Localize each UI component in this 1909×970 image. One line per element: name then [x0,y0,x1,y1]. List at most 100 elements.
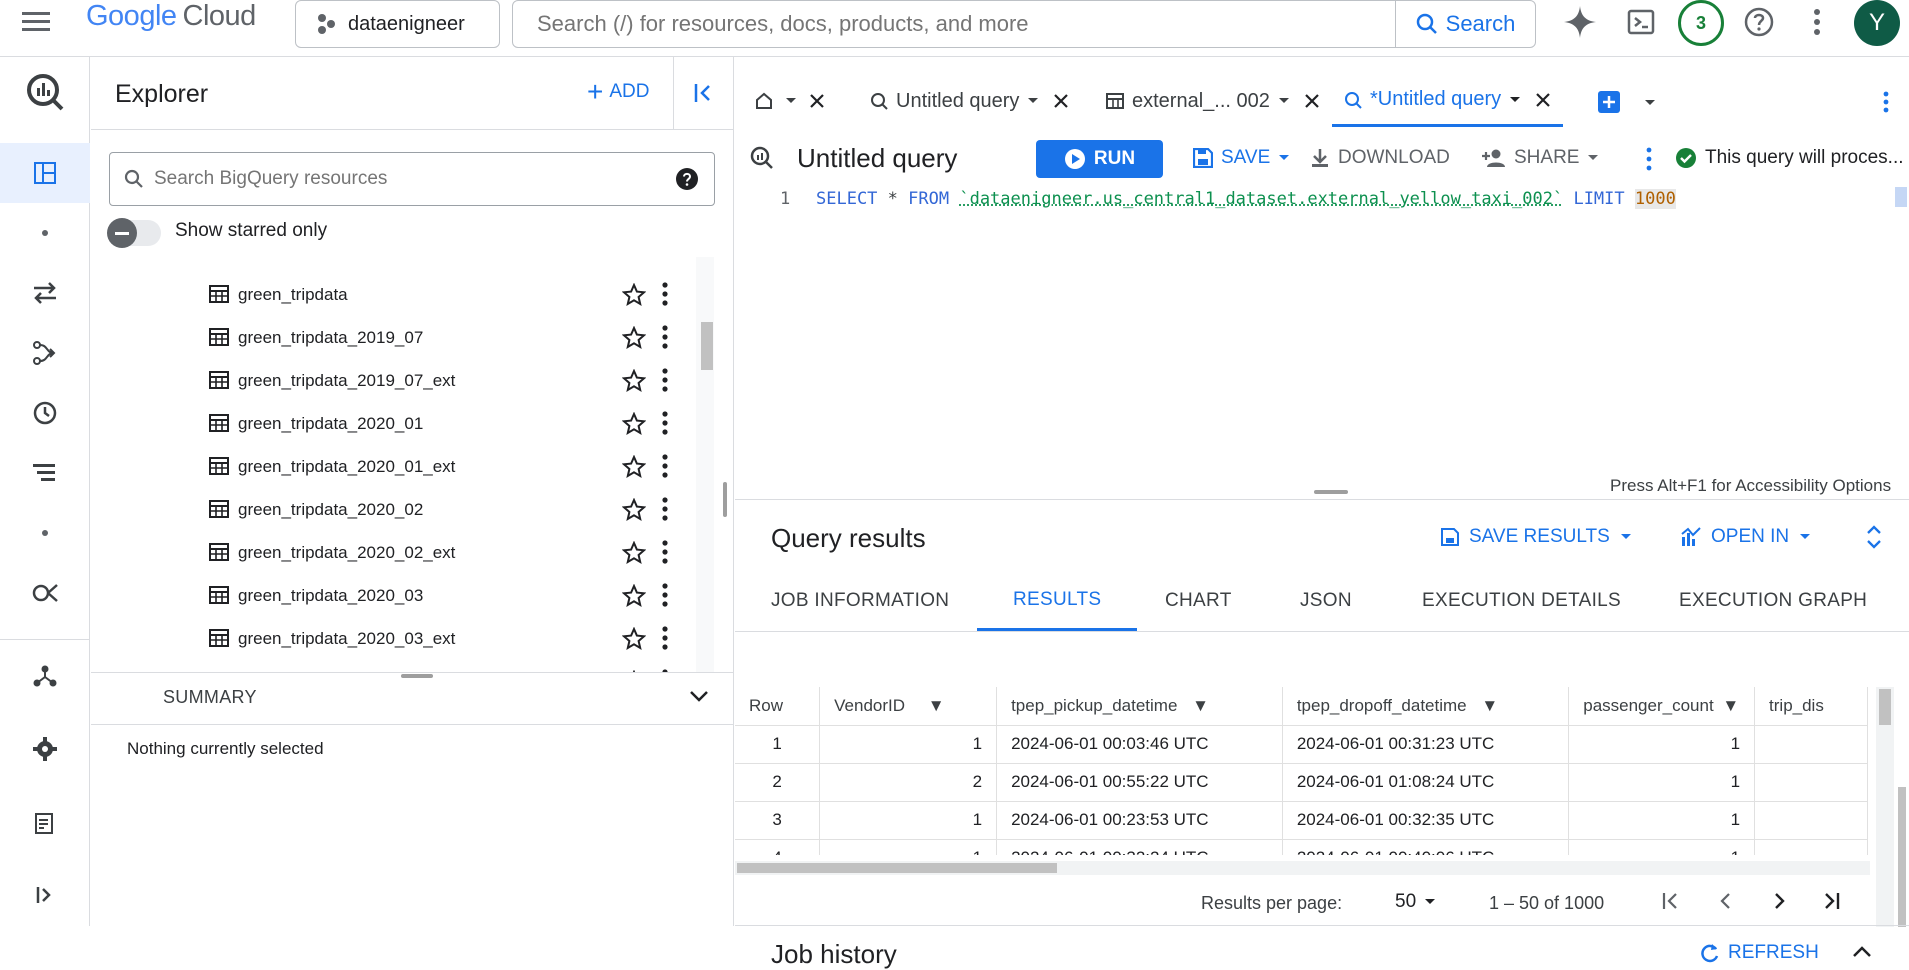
rail-dot-icon[interactable] [0,207,90,259]
help-icon[interactable] [1743,6,1775,38]
rail-list-icon[interactable] [0,447,90,499]
global-search-input[interactable] [513,11,1395,37]
list-item[interactable]: green_tripdata_2020_01 [91,402,711,445]
rail-lineage-icon[interactable] [0,650,90,702]
more-vert-icon[interactable] [662,626,668,650]
caret-down-icon[interactable] [785,97,797,105]
table-row[interactable]: 3 1 2024-06-01 00:23:53 UTC 2024-06-01 0… [735,801,1868,839]
prev-page-icon[interactable] [1715,891,1735,911]
more-vert-icon[interactable] [662,540,668,564]
more-options-icon[interactable] [1813,8,1821,36]
tab-untitled-query-active[interactable]: *Untitled query [1332,75,1563,127]
job-history-title[interactable]: Job history [771,939,897,970]
tab-home[interactable] [755,75,825,127]
starred-toggle[interactable] [109,220,161,246]
sort-caret-icon[interactable]: ▼ [928,696,945,715]
list-item[interactable]: green_tripdata_2020_04 [91,660,711,672]
download-button[interactable]: DOWNLOAD [1310,147,1450,169]
results-v-thumb[interactable] [1879,689,1891,725]
avatar[interactable]: Y [1854,0,1900,46]
close-icon[interactable] [1535,92,1551,108]
rail-history-icon[interactable] [0,387,90,439]
tab-job-information[interactable]: JOB INFORMATION [771,571,949,631]
tab-untitled-query-1[interactable]: Untitled query [870,75,1069,127]
column-header[interactable]: tpep_dropoff_datetime ▼ [1282,687,1568,725]
more-vert-icon[interactable] [662,325,668,349]
tree-scrollbar[interactable] [696,257,714,672]
tab-execution-details[interactable]: EXECUTION DETAILS [1422,571,1621,631]
explorer-search[interactable] [109,152,715,206]
more-vert-icon[interactable] [662,454,668,478]
next-page-icon[interactable] [1770,891,1790,911]
tab-chart[interactable]: CHART [1165,571,1232,631]
caret-down-icon[interactable] [1509,96,1521,104]
summary-resize-handle[interactable] [401,674,433,678]
save-results-button[interactable]: SAVE RESULTS [1441,526,1632,548]
global-search[interactable]: Search [512,0,1536,48]
rail-pipelines-icon[interactable] [0,327,90,379]
search-help-icon[interactable] [676,168,698,190]
expand-results-icon[interactable] [1866,524,1882,550]
more-vert-icon[interactable] [662,411,668,435]
star-icon[interactable] [622,283,646,307]
list-item[interactable]: green_tripdata_2020_02 [91,488,711,531]
more-vert-icon[interactable] [662,497,668,521]
collapse-explorer-icon[interactable] [694,83,714,103]
rail-dot-icon-2[interactable] [0,507,90,559]
tab-external-table[interactable]: external_... 002 [1106,75,1320,127]
rail-transfers-icon[interactable] [0,267,90,319]
column-header[interactable]: VendorID ▼ [820,687,997,725]
close-icon[interactable] [809,93,825,109]
tab-more-icon[interactable] [1883,91,1889,113]
list-item[interactable]: green_tripdata_2020_01_ext [91,445,711,488]
sort-caret-icon[interactable]: ▼ [1192,696,1209,715]
new-tab-plus-icon[interactable] [1598,91,1620,113]
list-item[interactable]: green_tripdata_2020_03 [91,574,711,617]
tab-execution-graph[interactable]: EXECUTION GRAPH [1679,571,1867,631]
refresh-button[interactable]: REFRESH [1700,942,1819,964]
query-title[interactable]: Untitled query [797,143,957,174]
pane-scrollbar-thumb[interactable] [1898,787,1906,927]
caret-down-icon[interactable] [1027,97,1039,105]
run-button[interactable]: RUN [1036,140,1163,178]
main-menu-icon[interactable] [22,10,52,34]
list-item[interactable]: green_tripdata_2019_07_ext [91,359,711,402]
close-icon[interactable] [1053,93,1069,109]
more-vert-icon[interactable] [662,282,668,306]
editor-more-icon[interactable] [1646,147,1652,171]
results-vertical-scrollbar[interactable] [1876,687,1894,927]
query-validator-status[interactable]: This query will proces... [1675,147,1904,169]
bigquery-logo-icon[interactable] [0,57,90,127]
sort-caret-icon[interactable]: ▼ [1722,696,1739,715]
share-button[interactable]: SHARE [1482,147,1599,169]
list-item[interactable]: green_tripdata_2020_02_ext [91,531,711,574]
search-button[interactable]: Search [1395,1,1535,47]
rail-release-notes-icon[interactable] [0,797,90,849]
rail-settings-icon[interactable] [0,723,90,775]
tab-menu-caret-icon[interactable] [1644,99,1656,107]
list-item[interactable]: green_tripdata_2019_07 [91,316,711,359]
list-item[interactable]: green_tripdata_2020_03_ext [91,617,711,660]
column-header[interactable]: tpep_pickup_datetime ▼ [997,687,1283,725]
star-icon[interactable] [622,627,646,651]
explorer-search-input[interactable] [154,168,676,190]
column-header[interactable]: trip_dis [1755,687,1868,725]
star-icon[interactable] [622,541,646,565]
star-icon[interactable] [622,584,646,608]
chevron-up-icon[interactable] [1852,945,1872,959]
star-icon[interactable] [622,498,646,522]
results-horizontal-scrollbar[interactable] [735,861,1870,875]
cloud-shell-icon[interactable] [1627,8,1655,36]
first-page-icon[interactable] [1661,891,1681,911]
summary-label[interactable]: SUMMARY [163,687,257,708]
column-header[interactable]: Row [735,687,820,725]
gemini-sparkle-icon[interactable] [1564,6,1596,38]
table-row[interactable]: 4 1 2024-06-01 00:32:24 UTC 2024-06-01 0… [735,839,1868,855]
star-icon[interactable] [622,455,646,479]
sort-caret-icon[interactable]: ▼ [1481,696,1498,715]
notifications-badge[interactable]: 3 [1678,0,1724,46]
chevron-down-icon[interactable] [689,689,709,703]
editor-resize-handle[interactable] [1314,490,1348,494]
save-button[interactable]: SAVE [1163,147,1290,169]
results-h-thumb[interactable] [737,863,1057,873]
